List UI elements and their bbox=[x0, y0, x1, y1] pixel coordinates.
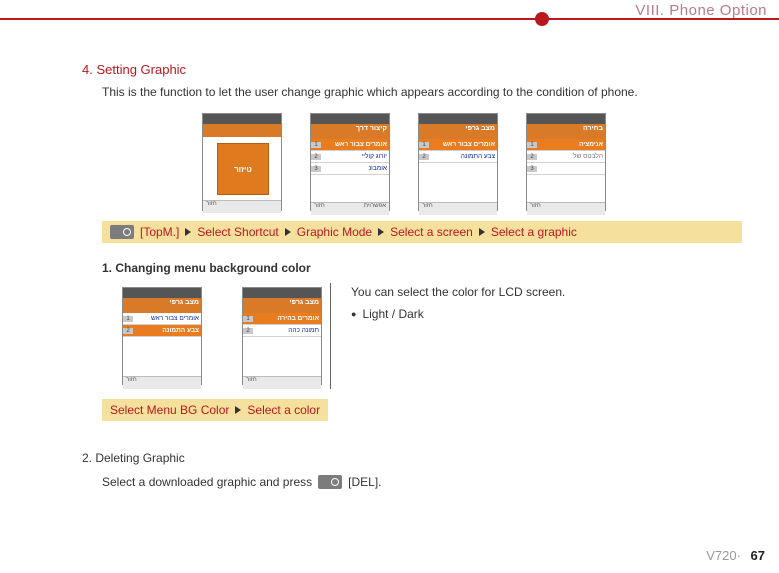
list-item: צבע התמונה bbox=[135, 327, 201, 334]
footer: V720· 67 bbox=[706, 548, 765, 563]
key-icon bbox=[318, 475, 342, 489]
phone-screen: קיצור דרך 1אומרים צבור ראש 2יורוג קוליי … bbox=[310, 113, 390, 211]
softkey-left: חזור bbox=[530, 203, 541, 215]
subsection-desc: You can select the color for LCD screen. bbox=[351, 285, 565, 299]
model-label: V720· bbox=[706, 548, 741, 563]
list-item: אומרים צבור ראש bbox=[135, 315, 201, 322]
body-text: [DEL]. bbox=[348, 475, 381, 489]
screenshot-pair: מצב גרפי 1אומרים צבור ראש 2צבע התמונה חז… bbox=[102, 283, 331, 389]
softkey-left: חזור bbox=[206, 201, 217, 213]
softkey-left: חזור bbox=[126, 377, 137, 389]
screenshot-row: טיזור חזור קיצור דרך 1אומרים צבור ראש 2י… bbox=[202, 113, 742, 211]
page-number: 67 bbox=[751, 548, 765, 563]
subsection-title: 1. Changing menu background color bbox=[102, 261, 742, 275]
phone-screen: טיזור חזור bbox=[202, 113, 282, 211]
softkey-left: חזור bbox=[314, 203, 325, 215]
header-node-icon bbox=[535, 12, 549, 26]
list-item: אומבונ bbox=[323, 165, 389, 172]
arrow-right-icon bbox=[479, 228, 485, 236]
breadcrumb-step: Select a graphic bbox=[491, 225, 577, 239]
section-intro: This is the function to let the user cha… bbox=[102, 85, 742, 99]
phone-screen: מצב גרפי 1אומרים צבור ראש 2צבע התמונה חז… bbox=[122, 287, 202, 385]
screen-title: קיצור דרך bbox=[311, 124, 389, 139]
list-item: הלבטס של bbox=[539, 153, 605, 160]
chapter-title: VIII. Phone Option bbox=[635, 2, 767, 19]
breadcrumb: [TopM.] Select Shortcut Graphic Mode Sel… bbox=[102, 221, 742, 243]
screen-title: מצב גרפי bbox=[419, 124, 497, 139]
arrow-right-icon bbox=[235, 406, 241, 414]
arrow-right-icon bbox=[285, 228, 291, 236]
list-item: אומרים בהירה bbox=[255, 315, 321, 322]
body-text: Select a downloaded graphic and press bbox=[102, 475, 312, 489]
breadcrumb-step: Select a color bbox=[247, 403, 320, 417]
list-item: אומרים צבור ראש bbox=[323, 141, 389, 148]
arrow-right-icon bbox=[378, 228, 384, 236]
screen-title: מצב גרפי bbox=[243, 298, 321, 313]
arrow-right-icon bbox=[185, 228, 191, 236]
softkey-right: אפשרוית bbox=[364, 203, 386, 215]
breadcrumb-step: Select a screen bbox=[390, 225, 473, 239]
bullet-item: Light / Dark bbox=[351, 307, 565, 321]
screen-title: בחירה bbox=[527, 124, 605, 139]
softkey-left: חזור bbox=[246, 377, 257, 389]
phone-screen: בחירה 1אנימציה 2הלבטס של 3 חזור bbox=[526, 113, 606, 211]
phone-screen: מצב גרפי 1אומרים צבור ראש 2צבע התמונה חז… bbox=[418, 113, 498, 211]
list-item: אנימציה bbox=[539, 141, 605, 148]
breadcrumb-step: Select Menu BG Color bbox=[110, 403, 229, 417]
phone-screen: מצב גרפי 1אומרים בהירה 2תמונה כהה חזור bbox=[242, 287, 322, 385]
screen-title: מצב גרפי bbox=[123, 298, 201, 313]
list-item: תמונה כהה bbox=[255, 327, 321, 334]
breadcrumb-step: Graphic Mode bbox=[297, 225, 372, 239]
breadcrumb-step: [TopM.] bbox=[140, 225, 179, 239]
list-item: אומרים צבור ראש bbox=[431, 141, 497, 148]
subsection-title: 2. Deleting Graphic bbox=[82, 451, 742, 465]
section-title: 4. Setting Graphic bbox=[82, 62, 742, 77]
softkey-left: חזור bbox=[422, 203, 433, 215]
breadcrumb-step: Select Shortcut bbox=[197, 225, 278, 239]
list-item: צבע התמונה bbox=[431, 153, 497, 160]
menu-tile-icon: טיזור bbox=[217, 143, 269, 195]
key-icon bbox=[110, 225, 134, 239]
breadcrumb: Select Menu BG Color Select a color bbox=[102, 399, 328, 421]
list-item: יורוג קוליי bbox=[323, 153, 389, 160]
menu-tile-label: טיזור bbox=[234, 165, 252, 174]
